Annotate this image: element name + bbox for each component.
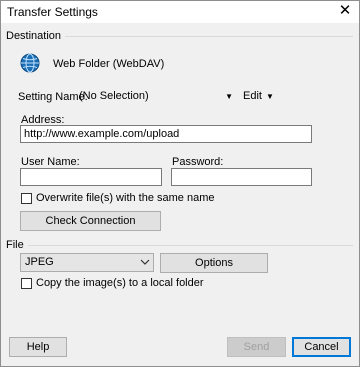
address-field[interactable]: http://www.example.com/upload (20, 125, 312, 143)
edit-label: Edit (243, 90, 262, 102)
options-button[interactable]: Options (160, 253, 268, 273)
setting-name-value: (No Selection) (79, 90, 149, 102)
copy-local-label: Copy the image(s) to a local folder (36, 277, 204, 289)
help-button[interactable]: Help (9, 337, 67, 357)
service-name: Web Folder (WebDAV) (53, 58, 165, 70)
transfer-settings-dialog: Transfer Settings ✕ Destination Web Fold… (0, 0, 360, 367)
overwrite-checkbox[interactable] (21, 193, 32, 204)
setting-name-select[interactable]: (No Selection) ▼ (76, 87, 236, 106)
password-field[interactable] (171, 168, 312, 186)
user-name-field[interactable] (20, 168, 162, 186)
check-connection-button[interactable]: Check Connection (20, 211, 161, 231)
file-format-select[interactable]: JPEG (20, 253, 154, 272)
copy-local-checkbox[interactable] (21, 278, 32, 289)
cancel-button[interactable]: Cancel (292, 337, 351, 357)
file-format-value: JPEG (25, 256, 54, 268)
overwrite-label: Overwrite file(s) with the same name (36, 192, 215, 204)
window-title: Transfer Settings (7, 5, 98, 19)
send-button[interactable]: Send (227, 337, 286, 357)
file-divider (7, 245, 353, 246)
user-name-label: User Name: (21, 156, 80, 168)
edit-menu-button[interactable]: Edit ▼ (243, 87, 277, 105)
destination-group-label: Destination (6, 30, 66, 42)
close-icon[interactable]: ✕ (337, 3, 353, 19)
file-group-label: File (6, 239, 28, 251)
globe-icon (20, 53, 40, 73)
chevron-down-icon (140, 255, 150, 272)
edit-dropdown-icon: ▼ (266, 92, 274, 101)
title-bar: Transfer Settings ✕ (1, 1, 359, 23)
password-label: Password: (172, 156, 224, 168)
chevron-down-icon: ▼ (225, 92, 233, 101)
